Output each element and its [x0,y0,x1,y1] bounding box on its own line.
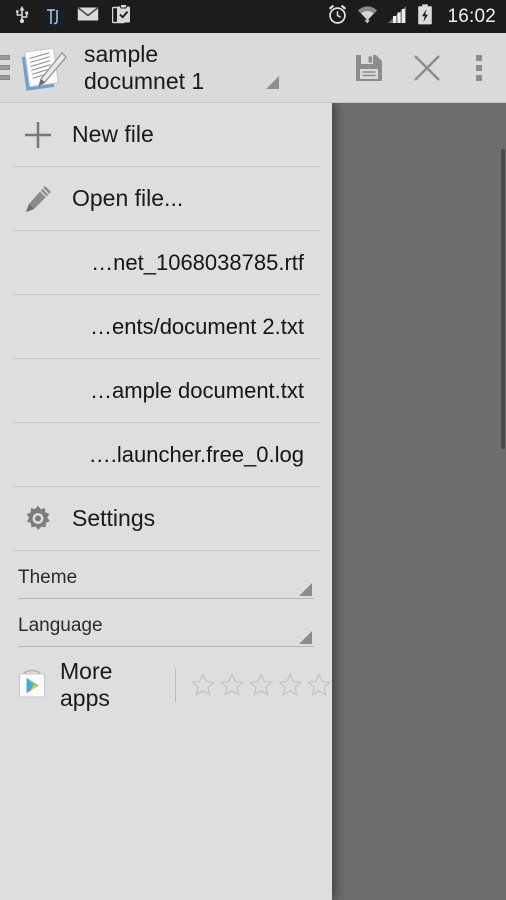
status-clock: 16:02 [447,5,496,27]
menu-item-settings-label: Settings [72,505,156,531]
usb-icon [14,4,30,29]
recent-file-label: ….launcher.free_0.log [88,441,304,467]
more-apps-label: More apps [60,658,113,711]
star-icon [248,672,274,696]
theme-spinner-label: Theme [18,566,78,588]
status-bar-right-icons: 16:02 [327,3,496,30]
alarm-icon [327,4,348,30]
phone-screen: 16:02 f0\nouicom t0 e255;} f0\fs22\lang … [0,0,506,900]
clipboard-check-icon [111,3,132,30]
google-play-icon[interactable] [14,669,50,701]
email-icon [77,6,99,27]
save-button[interactable] [340,33,398,103]
recent-file-item[interactable]: …net_1068038785.rtf [0,231,332,294]
language-spinner[interactable]: Language [18,605,314,647]
language-spinner-label: Language [18,614,103,636]
plus-icon [18,119,58,151]
chevron-down-icon [266,75,279,89]
star-icon [306,672,332,696]
gear-icon [18,504,58,534]
menu-item-open-file-label: Open file... [72,185,184,211]
chevron-down-icon [299,631,312,644]
floppy-save-icon [356,54,382,81]
chevron-down-icon [299,583,312,596]
recent-file-label: …ample document.txt [90,377,304,403]
more-apps-row: More apps [0,655,332,715]
pencil-icon [18,183,58,215]
document-scrollbar[interactable] [501,149,505,449]
document-title: sample documnet 1 [84,40,205,94]
navigation-drawer: New file Open file... …net_1068038785.rt… [0,103,332,900]
status-bar-left-icons [14,3,327,30]
menu-item-settings[interactable]: Settings [0,487,332,550]
recent-file-item[interactable]: …ample document.txt [0,359,332,422]
battery-charging-icon [417,3,433,30]
close-x-icon [414,54,440,81]
star-icon [190,672,216,696]
status-bar: 16:02 [0,0,506,33]
rating-stars[interactable] [190,672,332,698]
drawer-indicator-icon[interactable] [0,55,10,80]
action-bar: sample documnet 1 [0,33,506,103]
overflow-button[interactable] [456,33,502,103]
document-pen-icon [18,42,70,94]
close-button[interactable] [398,33,456,103]
recent-file-item[interactable]: ….launcher.free_0.log [0,423,332,486]
document-title-dropdown[interactable]: sample documnet 1 [84,41,340,95]
language-spinner-row: Language [0,599,332,647]
recent-file-label: …net_1068038785.rtf [91,249,304,275]
menu-item-new-file[interactable]: New file [0,103,332,166]
theme-spinner[interactable]: Theme [18,557,314,599]
star-icon [277,672,303,696]
tj-app-icon [43,6,64,27]
recent-file-item[interactable]: …ents/document 2.txt [0,295,332,358]
rating-separator [175,668,176,702]
wifi-icon [356,4,379,29]
signal-icon [387,5,409,29]
theme-spinner-row: Theme [0,551,332,599]
star-icon [219,672,245,696]
menu-item-new-file-label: New file [72,121,154,147]
overflow-menu-icon [476,54,482,81]
menu-item-open-file[interactable]: Open file... [0,167,332,230]
recent-file-label: …ents/document 2.txt [90,313,304,339]
